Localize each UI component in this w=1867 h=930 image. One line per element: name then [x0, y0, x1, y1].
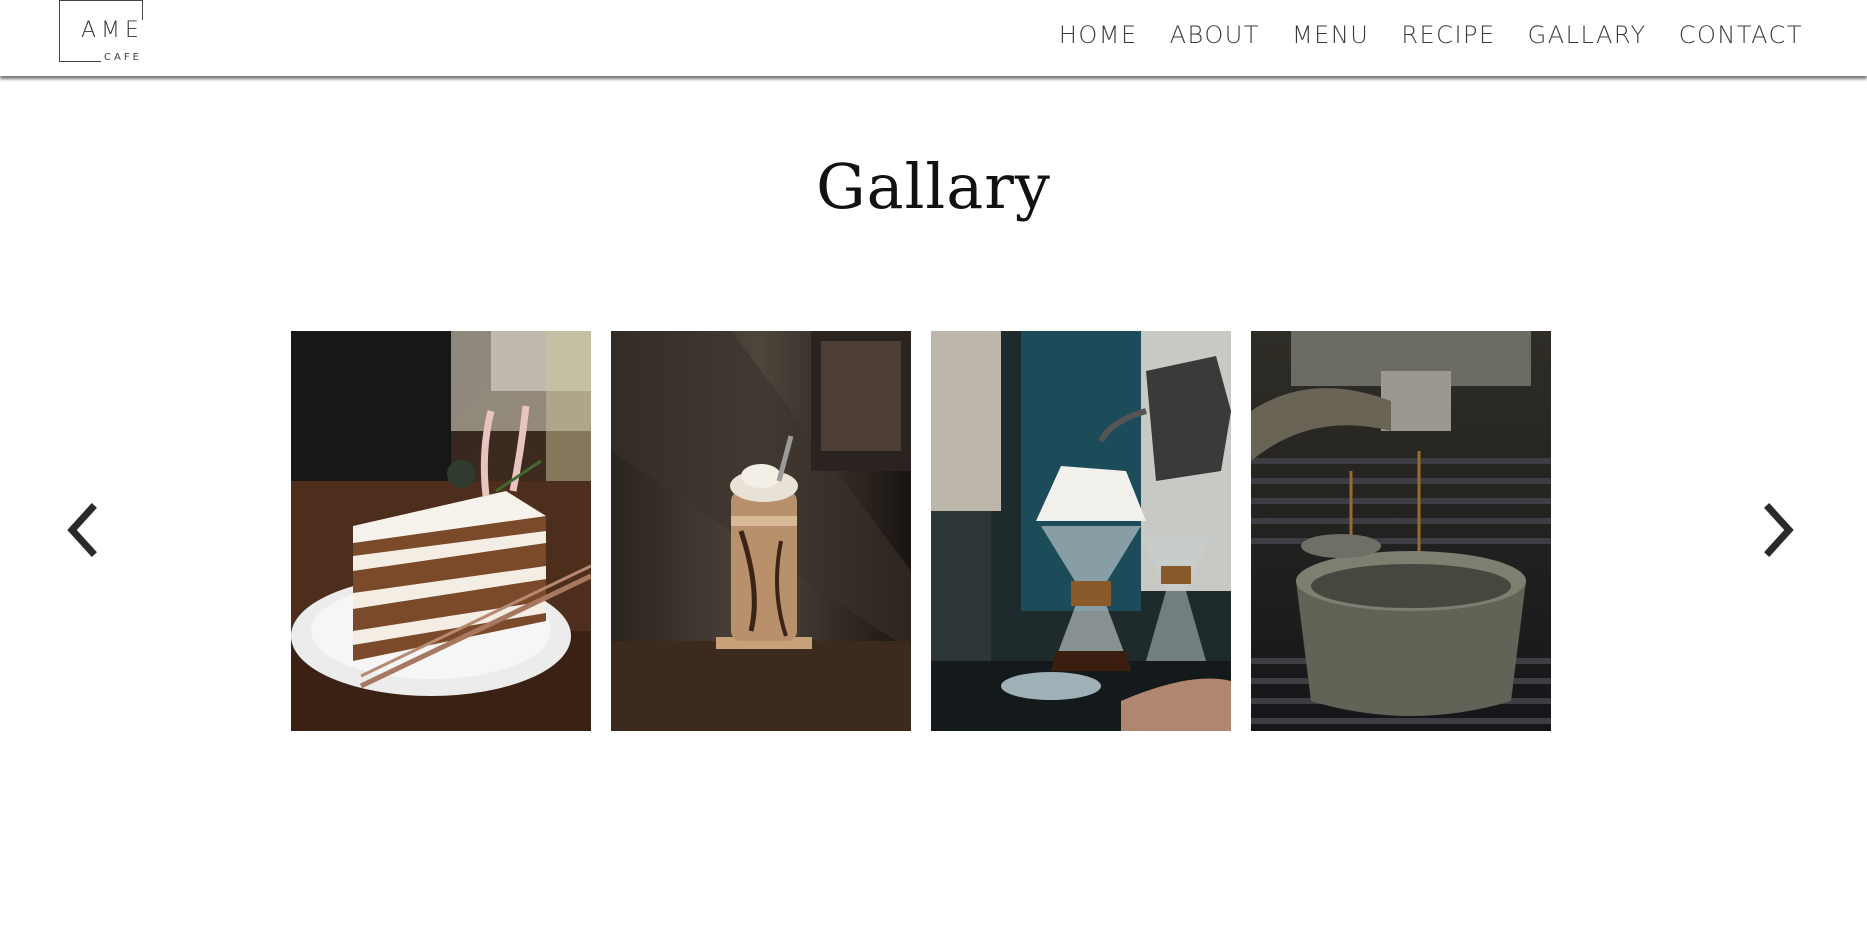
iced-mocha-jar-photo — [611, 331, 911, 731]
gallery-photo-mocha[interactable] — [611, 331, 911, 731]
gallery-photo-espresso[interactable] — [1251, 331, 1551, 731]
logo-frame-top — [59, 0, 143, 1]
gallery-title: Gallary — [816, 150, 1051, 223]
nav-menu[interactable]: MENU — [1292, 20, 1369, 50]
pour-over-coffee-photo — [931, 331, 1231, 731]
gallery-photo-pour-over[interactable] — [931, 331, 1231, 731]
logo-frame-bottom — [59, 61, 101, 62]
espresso-machine-cup-photo — [1251, 331, 1551, 731]
main-nav: HOME ABOUT MENU RECIPE GALLARY CONTACT — [1027, 20, 1803, 50]
gallery-photo-cake[interactable] — [291, 331, 591, 731]
logo-frame-left — [59, 0, 60, 62]
logo-frame-right — [142, 0, 143, 20]
nav-home[interactable]: HOME — [1059, 20, 1138, 50]
chevron-left-icon — [67, 503, 97, 557]
gallery-carousel — [291, 331, 1552, 731]
gallery-prev-button[interactable] — [62, 500, 102, 560]
logo-sub-text: CAFE — [104, 52, 142, 63]
cafe-logo[interactable]: AME CAFE — [59, 0, 149, 66]
nav-recipe[interactable]: RECIPE — [1401, 20, 1495, 50]
logo-main-text: AME — [81, 18, 144, 43]
carrot-cake-photo — [291, 331, 591, 731]
site-header: AME CAFE HOME ABOUT MENU RECIPE GALLARY … — [0, 0, 1867, 76]
nav-contact[interactable]: CONTACT — [1679, 20, 1803, 50]
nav-gallary[interactable]: GALLARY — [1528, 20, 1647, 50]
chevron-right-icon — [1764, 503, 1794, 557]
nav-about[interactable]: ABOUT — [1170, 20, 1260, 50]
gallery-next-button[interactable] — [1759, 500, 1799, 560]
